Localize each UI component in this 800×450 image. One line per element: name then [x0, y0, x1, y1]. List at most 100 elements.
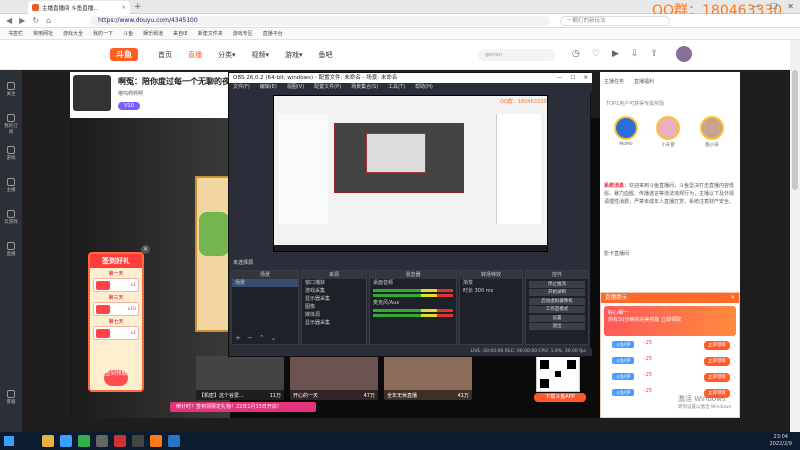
source-item[interactable]: 媒体源 [302, 311, 366, 319]
file-explorer-icon[interactable] [42, 435, 54, 447]
popup-banner[interactable]: 好心相一 你有30分钟的完美奖励 立即领取 [604, 306, 736, 336]
app-icon[interactable] [96, 435, 108, 447]
reload-icon[interactable]: ↻ [32, 16, 39, 25]
bookmark[interactable]: 来自IE [173, 28, 188, 39]
rail-item[interactable]: 关注 [3, 82, 19, 97]
claim-button[interactable]: 立即领取 [704, 357, 730, 366]
source-item[interactable]: 窗口捕获 [302, 279, 366, 287]
bookmark[interactable]: 娱乐频道 [143, 28, 163, 39]
menu-category[interactable]: 分类▾ [218, 50, 236, 60]
bookmark[interactable]: 游戏专区 [233, 28, 253, 39]
bookmark[interactable]: 常用网址 [33, 28, 53, 39]
obs-preview[interactable]: QQ群：180463330 [273, 95, 548, 252]
browser-icon[interactable] [60, 435, 72, 447]
menu-help[interactable]: 帮助(H) [415, 83, 433, 92]
rail-item[interactable]: 游戏 [3, 146, 19, 161]
video-icon[interactable]: ▶ [612, 49, 619, 59]
page-scrollbar[interactable] [790, 40, 800, 432]
claim-button[interactable]: 立即领取 [704, 373, 730, 382]
promo-banner[interactable]: 倒计时！签到领限定礼物！22年1月15日开启！ [170, 402, 316, 412]
rail-item[interactable]: 直播 [3, 242, 19, 257]
bookmark[interactable]: 新建文件夹 [198, 28, 223, 39]
menu-home[interactable]: 首页 [158, 50, 172, 60]
menu-video[interactable]: 视频▾ [252, 50, 270, 60]
bookmark[interactable]: 书签栏 [8, 28, 23, 39]
exit-button[interactable]: 退出 [529, 323, 585, 330]
maximize-icon[interactable]: ☐ [570, 73, 575, 83]
minimize-icon[interactable]: — [752, 2, 760, 11]
taskbar-clock[interactable]: 23:04 2022/2/9 [770, 434, 792, 448]
menu-scene-collection[interactable]: 场景集合(S) [351, 83, 378, 92]
settings-button[interactable]: 设置 [529, 314, 585, 322]
maximize-icon[interactable]: ☐ [770, 2, 777, 11]
url-input[interactable]: https://www.douyu.com/4345100 [90, 16, 550, 26]
history-icon[interactable]: ◷ [572, 49, 580, 59]
menu-yuba[interactable]: 鱼吧 [319, 50, 333, 60]
rank-user[interactable]: 小天使 [652, 116, 684, 158]
browser-search-input[interactable]: 一颗灯的新玩法 [560, 16, 670, 26]
claim-button[interactable]: 立即领取 [704, 341, 730, 350]
download-icon[interactable]: ⇩ [631, 49, 639, 59]
recommend-thumb[interactable]: 【机密】这个谷爱... 11万 [196, 356, 284, 400]
menu-tools[interactable]: 工具(T) [388, 83, 405, 92]
studio-mode-button[interactable]: 工作室模式 [529, 306, 585, 313]
forward-icon[interactable]: ▶ [19, 16, 25, 25]
rank-user[interactable]: 酷小孩 [696, 116, 728, 158]
upload-icon[interactable]: ⇧ [650, 49, 658, 59]
douyu-search-input[interactable]: genian [478, 49, 556, 61]
source-item[interactable]: 显示器采集 [302, 319, 366, 327]
signin-button[interactable]: 签到领取 [104, 370, 128, 386]
recommend-thumb[interactable]: 全年无休直播 41万 [384, 356, 472, 400]
douyu-logo[interactable]: 斗鱼 [110, 48, 138, 61]
menu-game[interactable]: 游戏▾ [285, 50, 303, 60]
obs-taskbar-icon[interactable] [132, 435, 144, 447]
user-avatar[interactable] [676, 46, 692, 62]
menu-file[interactable]: 文件(F) [233, 83, 250, 92]
bookmark[interactable]: 游戏大全 [63, 28, 83, 39]
close-icon[interactable]: ✕ [583, 73, 588, 83]
remove-icon[interactable]: − [247, 334, 253, 342]
close-popup-icon[interactable]: ✕ [730, 293, 735, 303]
live-welfare-tab[interactable]: 直播福利 [634, 78, 654, 94]
rail-item[interactable]: 我的订阅 [3, 114, 19, 135]
rail-item[interactable]: 主播 [3, 178, 19, 193]
minimize-icon[interactable]: — [557, 73, 563, 83]
menu-edit[interactable]: 编辑(E) [260, 83, 277, 92]
scrollbar-thumb[interactable] [792, 70, 798, 190]
bookmark[interactable]: 我的一下 [93, 28, 113, 39]
rail-item[interactable]: 客服 [3, 390, 19, 405]
streamer-avatar[interactable] [73, 75, 111, 111]
download-app-button[interactable]: 下载斗鱼APP [534, 393, 586, 402]
virtual-camera-button[interactable]: 启动虚拟摄像机 [529, 297, 585, 305]
source-item[interactable]: 图像 [302, 303, 366, 311]
follow-icon[interactable]: ♡ [592, 49, 600, 59]
app-icon[interactable] [114, 435, 126, 447]
source-item[interactable]: 游戏采集 [302, 287, 366, 295]
recommend-thumb[interactable]: 开心的一天 47万 [290, 356, 378, 400]
close-signin-icon[interactable]: ✕ [141, 245, 150, 254]
stop-stream-button[interactable]: 停止推流 [529, 280, 585, 288]
rail-item[interactable]: 云游戏 [3, 210, 19, 225]
home-icon[interactable]: ⌂ [46, 16, 51, 25]
bookmark[interactable]: 斗鱼 [123, 28, 133, 39]
source-item[interactable]: 显示器采集 [302, 295, 366, 303]
windows-start-icon[interactable] [4, 436, 14, 446]
rank-user[interactable]: MoMo [610, 116, 642, 158]
bookmark[interactable]: 直播平台 [263, 28, 283, 39]
douyu-taskbar-icon[interactable] [150, 435, 162, 447]
scene-item[interactable]: 场景 [232, 279, 298, 287]
close-tab-icon[interactable]: ✕ [121, 5, 126, 11]
menu-profile[interactable]: 配置文件(P) [314, 83, 341, 92]
up-icon[interactable]: ⌃ [259, 334, 265, 342]
down-icon[interactable]: ⌄ [271, 334, 277, 342]
new-tab-button[interactable]: + [134, 2, 142, 12]
start-record-button[interactable]: 开始录制 [529, 289, 585, 296]
app-icon[interactable] [168, 435, 180, 447]
menu-view[interactable]: 视图(V) [287, 83, 304, 92]
streamer-task-tab[interactable]: 主播任务 [604, 78, 624, 94]
add-icon[interactable]: + [235, 334, 241, 342]
app-icon[interactable] [78, 435, 90, 447]
browser-tab[interactable]: 主播直播间 斗鱼直播... ✕ [28, 1, 130, 14]
transition-select[interactable]: 渐变 [460, 279, 522, 287]
streamer-name[interactable]: 嗷呜啊啊啊 [118, 90, 143, 97]
